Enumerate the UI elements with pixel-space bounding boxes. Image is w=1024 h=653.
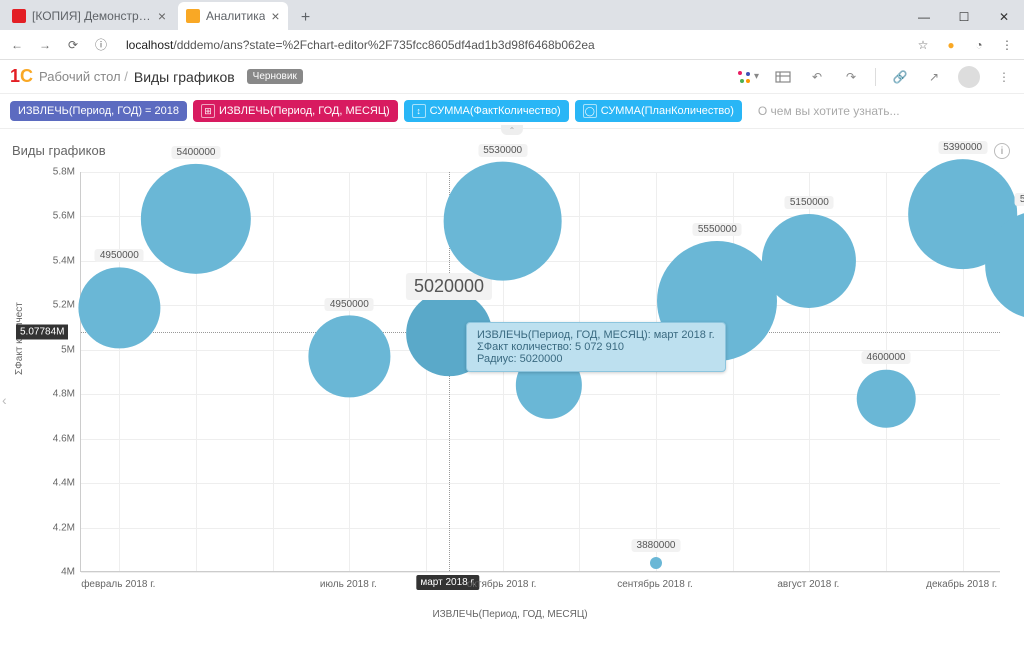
bubble-label: 5390000 [938,141,987,154]
expand-left-button[interactable]: ‹ [2,392,7,408]
browser-tab-strip: [КОПИЯ] Демонстрационная б × Аналитика ×… [0,0,1024,30]
menu-icon[interactable]: ⋮ [998,36,1016,54]
link-icon[interactable]: 🔗 [890,67,910,87]
bubble[interactable] [443,162,562,281]
bubble[interactable] [309,316,390,397]
y-tick: 4M [45,567,75,578]
bubble-label: 4600000 [862,351,911,364]
filter-chips-row: ИЗВЛЕЧЬ(Период, ГОД) = 2018 ⊞ ИЗВЛЕЧЬ(Пе… [0,94,1024,129]
bubble-label: 5020000 [406,273,492,300]
y-tick: 5.2M [45,300,75,311]
y-tick: 5.8M [45,167,75,178]
bubble-label: 5550000 [693,223,742,236]
tab-title: Аналитика [206,9,265,23]
close-window-icon[interactable]: ✕ [984,4,1024,30]
favicon-icon [186,9,200,23]
star-icon[interactable]: ☆ [914,36,932,54]
crosshair-y-value: 5.07784M [16,325,68,340]
y-tick: 4.6M [45,433,75,444]
extension-icon[interactable]: ● [942,36,960,54]
breadcrumb-root[interactable]: Рабочий стол [39,69,128,84]
bubble-label: 5530000 [478,144,527,157]
x-tick: октябрь 2018 г. [467,579,537,590]
y-measure-chip[interactable]: ↕ СУММА(ФактКоличество) [404,100,569,122]
bubble[interactable] [650,557,662,569]
new-tab-button[interactable]: + [294,6,318,30]
y-tick: 5.4M [45,255,75,266]
y-tick: 4.4M [45,478,75,489]
maximize-icon[interactable]: ☐ [944,4,984,30]
info-icon[interactable]: i [994,143,1010,159]
y-tick: 4.2M [45,522,75,533]
url-input[interactable]: localhost/dddemo/ans?state=%2Fchart-edit… [120,34,904,56]
browser-tab[interactable]: [КОПИЯ] Демонстрационная б × [4,2,174,30]
x-dimension-chip[interactable]: ⊞ ИЗВЛЕЧЬ(Период, ГОД, МЕСЯЦ) [193,100,398,122]
filter-chip[interactable]: ИЗВЛЕЧЬ(Период, ГОД) = 2018 [10,101,187,121]
bubble-label: 5150000 [785,196,834,209]
profile-icon[interactable]: ◔ [970,36,988,54]
tooltip: ИЗВЛЕЧЬ(Период, ГОД, МЕСЯЦ): март 2018 г… [466,322,726,372]
x-tick: август 2018 г. [777,579,839,590]
back-icon[interactable]: ← [8,36,26,54]
tab-title: [КОПИЯ] Демонстрационная б [32,9,152,23]
x-tick: июль 2018 г. [320,579,377,590]
address-bar: ← → ⟳ ⓘ localhost/dddemo/ans?state=%2Fch… [0,30,1024,60]
more-icon[interactable]: ⋮ [994,67,1014,87]
browser-tab-active[interactable]: Аналитика × [178,2,288,30]
favicon-icon [12,9,26,23]
close-icon[interactable]: × [271,8,279,24]
minimize-icon[interactable]: — [904,4,944,30]
measure-r-icon: ◯ [583,104,597,118]
redo-icon[interactable]: ↷ [841,67,861,87]
y-tick: 5M [45,344,75,355]
dimension-icon: ⊞ [201,104,215,118]
chart-type-button[interactable]: ▾ [736,69,759,85]
x-tick: декабрь 2018 г. [926,579,997,590]
app-header: 1C Рабочий стол Виды графиков Черновик ▾… [0,60,1024,94]
bubble-label: 3880000 [632,539,681,552]
undo-icon[interactable]: ↶ [807,67,827,87]
chart-area: Виды графиков i ‹ 4950000540000050200004… [0,135,1024,630]
bubble[interactable] [857,369,916,428]
reload-icon[interactable]: ⟳ [64,36,82,54]
close-icon[interactable]: × [158,8,166,24]
bubble[interactable] [79,267,160,348]
ask-input[interactable]: О чем вы хотите узнать... [758,104,900,118]
status-badge: Черновик [247,69,303,84]
breadcrumb-current: Виды графиков [134,69,235,85]
x-tick: февраль 2018 г. [81,579,155,590]
settings-icon[interactable] [773,67,793,87]
external-icon[interactable]: ↗ [924,67,944,87]
bubble-label: 5400000 [172,146,221,159]
y-tick: 5.6M [45,211,75,222]
measure-y-icon: ↕ [412,104,426,118]
bubble-chart[interactable]: 4950000540000050200004950000553000047200… [10,162,1010,622]
x-axis-label: ИЗВЛЕЧЬ(Период, ГОД, МЕСЯЦ) [432,609,587,620]
info-icon[interactable]: ⓘ [92,36,110,54]
bubble-label: 5360000 [1015,193,1024,206]
bubble-label: 4950000 [325,298,374,311]
bubble[interactable] [762,214,856,308]
x-tick: сентябрь 2018 г. [617,579,693,590]
avatar[interactable] [958,66,980,88]
bubble[interactable] [141,164,251,274]
forward-icon[interactable]: → [36,36,54,54]
bubble-label: 4950000 [95,249,144,262]
collapse-chips-button[interactable]: ⌃ [501,125,523,135]
y-tick: 4.8M [45,389,75,400]
logo: 1C [10,66,33,87]
radius-measure-chip[interactable]: ◯ СУММА(ПланКоличество) [575,100,742,122]
